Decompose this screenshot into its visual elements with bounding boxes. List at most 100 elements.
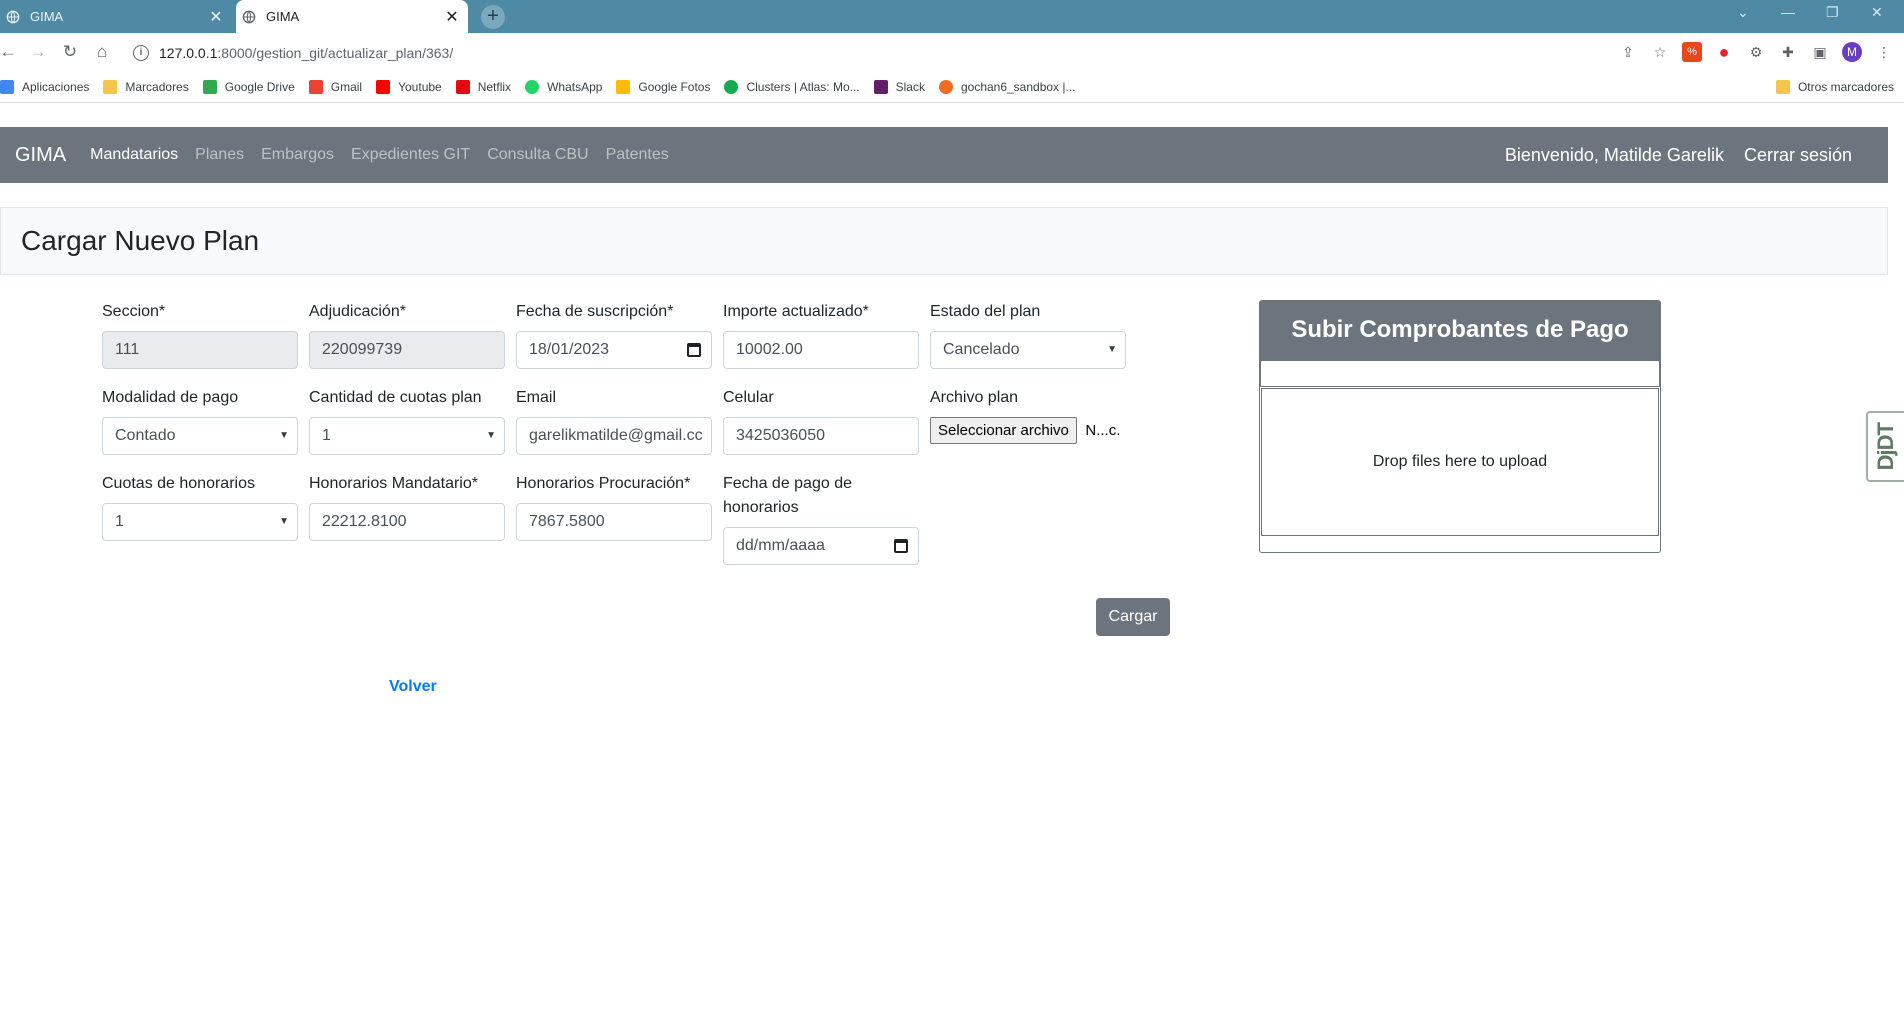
extension-icon[interactable]: %: [1682, 42, 1702, 62]
estado-group: Estado del plan Cancelado ▼: [930, 300, 1126, 369]
celular-label: Celular: [723, 389, 774, 406]
celular-input[interactable]: 3425036050: [723, 417, 919, 455]
site-info-icon[interactable]: i: [133, 45, 149, 61]
calendar-icon[interactable]: [687, 343, 701, 357]
bookmark-item[interactable]: Marcadores: [103, 79, 189, 94]
bookmark-item[interactable]: Aplicaciones: [0, 79, 89, 94]
url-host: 127.0.0.1: [159, 45, 218, 61]
close-icon[interactable]: ✕: [206, 7, 226, 27]
cuotas-plan-select[interactable]: 1 ▼: [309, 417, 505, 455]
nav-link-expedientes-git[interactable]: Expedientes GIT: [351, 146, 470, 164]
home-icon[interactable]: ⌂: [92, 42, 112, 62]
celular-group: Celular 3425036050: [723, 386, 919, 455]
bookmark-item[interactable]: Netflix: [455, 79, 511, 94]
cuotas-honorarios-select[interactable]: 1 ▼: [102, 503, 298, 541]
dropzone[interactable]: Drop files here to upload: [1261, 388, 1659, 536]
new-tab-button[interactable]: +: [481, 5, 505, 29]
adjudicacion-input[interactable]: 220099739: [309, 331, 505, 369]
bookmark-item[interactable]: Google Fotos: [616, 79, 710, 94]
volver-link[interactable]: Volver: [389, 678, 437, 696]
cargar-button[interactable]: Cargar: [1096, 598, 1170, 636]
email-field[interactable]: garelikmatilde@gmail.cc: [516, 417, 712, 455]
email-group: Email garelikmatilde@gmail.cc: [516, 386, 712, 455]
estado-value: Cancelado: [943, 341, 1020, 358]
hon-procuracion-label: Honorarios Procuración*: [516, 475, 691, 492]
nav-link-mandatarios[interactable]: Mandatarios: [90, 146, 178, 164]
share-icon[interactable]: ⇪: [1618, 42, 1638, 62]
nav-link-consulta-cbu[interactable]: Consulta CBU: [487, 146, 588, 164]
modalidad-select[interactable]: Contado ▼: [102, 417, 298, 455]
nav-link-embargos[interactable]: Embargos: [261, 146, 334, 164]
whatsapp-icon: [525, 79, 540, 94]
file-select-button[interactable]: Seleccionar archivo: [930, 417, 1077, 444]
bookmark-item[interactable]: WhatsApp: [525, 79, 602, 94]
close-window-icon[interactable]: ✕: [1871, 4, 1883, 21]
google-photos-icon: [616, 79, 631, 94]
menu-icon[interactable]: ⋮: [1874, 42, 1894, 62]
minimize-icon[interactable]: —: [1781, 4, 1795, 20]
fecha-pago-group: Fecha de pago de honorarios dd/mm/aaaa: [723, 472, 919, 565]
other-bookmarks[interactable]: Otros marcadores: [1775, 71, 1894, 103]
bookmark-item[interactable]: Gmail: [308, 79, 362, 94]
fecha-suscripcion-input[interactable]: 18/01/2023: [516, 331, 712, 369]
close-icon[interactable]: ✕: [442, 7, 462, 27]
importe-input[interactable]: 10002.00: [723, 331, 919, 369]
slack-icon: [873, 79, 888, 94]
browser-tab-active[interactable]: GIMA ✕: [236, 0, 468, 33]
bookmarks-bar: Aplicaciones Marcadores Google Drive Gma…: [0, 71, 1904, 103]
puzzle-icon[interactable]: ✚: [1778, 42, 1798, 62]
modalidad-value: Contado: [115, 427, 176, 444]
calendar-icon[interactable]: [894, 539, 908, 553]
importe-label: Importe actualizado*: [723, 303, 869, 320]
bookmark-item[interactable]: Google Drive: [202, 79, 295, 94]
hon-mandatario-input[interactable]: 22212.8100: [309, 503, 505, 541]
file-name: N...c.: [1085, 422, 1121, 439]
reload-icon[interactable]: ↻: [60, 42, 80, 62]
importe-group: Importe actualizado* 10002.00: [723, 300, 919, 369]
google-drive-icon: [202, 79, 217, 94]
netflix-icon: [455, 79, 470, 94]
bookmark-item[interactable]: Youtube: [376, 79, 442, 94]
url-path: :8000/gestion_git/actualizar_plan/363/: [217, 45, 454, 61]
seccion-input[interactable]: 111: [102, 331, 298, 369]
bookmark-item[interactable]: Clusters | Atlas: Mo...: [724, 79, 860, 94]
logout-link[interactable]: Cerrar sesión: [1744, 145, 1852, 166]
restore-icon[interactable]: ❐: [1826, 4, 1839, 21]
brand-logo[interactable]: GIMA: [15, 144, 66, 167]
debug-toolbar-label: DjDT: [1873, 422, 1898, 471]
nav-link-patentes[interactable]: Patentes: [606, 146, 669, 164]
hon-mandatario-group: Honorarios Mandatario* 22212.8100: [309, 472, 505, 541]
browser-tab[interactable]: GIMA ✕: [0, 0, 232, 33]
star-icon[interactable]: ☆: [1650, 42, 1670, 62]
page-title: Cargar Nuevo Plan: [21, 225, 260, 256]
dropzone-text: Drop files here to upload: [1372, 453, 1548, 470]
back-icon[interactable]: ←: [0, 42, 18, 62]
archivo-group: Archivo plan Seleccionar archivo N...c.: [930, 386, 1150, 444]
gmail-icon: [308, 79, 323, 94]
forward-icon[interactable]: →: [28, 42, 48, 62]
nav-link-planes[interactable]: Planes: [195, 146, 244, 164]
url-field[interactable]: i 127.0.0.1 :8000/gestion_git/actualizar…: [133, 39, 1603, 67]
bookmark-item[interactable]: gochan6_sandbox |...: [938, 79, 1076, 94]
adjudicacion-group: Adjudicación* 220099739: [309, 300, 505, 369]
estado-label: Estado del plan: [930, 303, 1041, 320]
address-bar-row: ← → ↻ ⌂ i 127.0.0.1 :8000/gestion_git/ac…: [0, 33, 1904, 71]
youtube-icon: [376, 79, 391, 94]
fecha-pago-input[interactable]: dd/mm/aaaa: [723, 527, 919, 565]
hon-procuracion-input[interactable]: 7867.5800: [516, 503, 712, 541]
cuotas-plan-group: Cantidad de cuotas plan 1 ▼: [309, 386, 505, 455]
opera-icon[interactable]: ●: [1714, 42, 1734, 62]
extensions-area: ⇪ ☆ % ● ⚙ ✚ ▣ M ⋮: [1618, 42, 1894, 62]
cuotas-honorarios-label: Cuotas de honorarios: [102, 475, 255, 492]
tab-search-icon[interactable]: ⌄: [1737, 4, 1749, 21]
profile-avatar[interactable]: M: [1842, 42, 1862, 62]
bookmark-item[interactable]: Slack: [873, 79, 925, 94]
upload-card: Subir Comprobantes de Pago Drop files he…: [1259, 300, 1661, 553]
page-header: Cargar Nuevo Plan: [0, 207, 1888, 275]
estado-select[interactable]: Cancelado ▼: [930, 331, 1126, 369]
globe-icon: [242, 10, 256, 24]
gear-icon[interactable]: ⚙: [1746, 42, 1766, 62]
browser-tab-strip: GIMA ✕ GIMA ✕ + ⌄ — ❐ ✕: [0, 0, 1904, 33]
sidepanel-icon[interactable]: ▣: [1810, 42, 1830, 62]
debug-toolbar-handle[interactable]: DjDT: [1866, 411, 1904, 482]
